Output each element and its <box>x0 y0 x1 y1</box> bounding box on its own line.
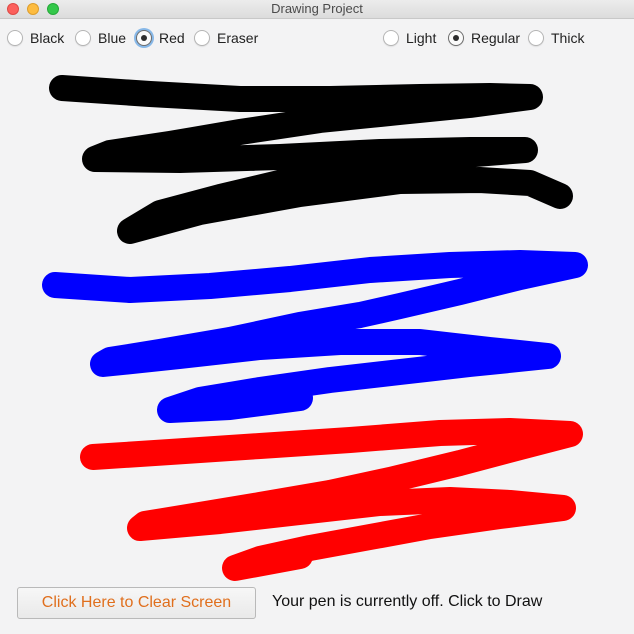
pen-status-text: Your pen is currently off. Click to Draw <box>272 593 543 610</box>
clear-screen-button[interactable]: Click Here to Clear Screen <box>17 587 256 619</box>
black-stroke <box>49 75 573 244</box>
blue-stroke <box>42 250 588 423</box>
red-stroke <box>80 418 583 581</box>
drawing-canvas[interactable] <box>0 0 634 634</box>
